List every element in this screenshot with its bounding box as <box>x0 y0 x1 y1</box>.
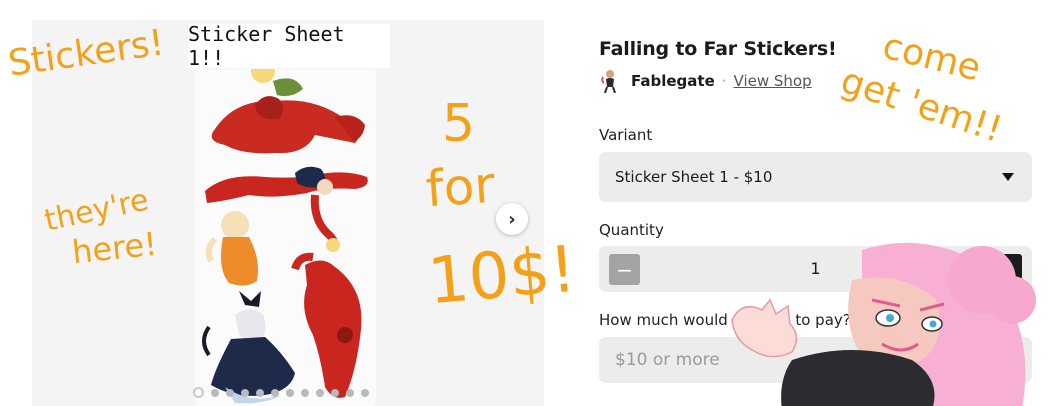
gallery-dot[interactable] <box>241 388 249 397</box>
chevron-right-icon: › <box>508 208 516 230</box>
gallery-dot[interactable] <box>301 388 309 397</box>
gallery-dot[interactable] <box>256 388 264 397</box>
page: Sticker Sheet 1!! › Falling to Far Stick… <box>0 0 1052 406</box>
product-panel: Falling to Far Stickers! Fablegate · Vie… <box>599 38 1032 383</box>
sheet-caption: Sticker Sheet 1!! <box>188 22 390 70</box>
pay-label: How much would you like to pay? <box>599 311 851 329</box>
next-image-button[interactable]: › <box>496 203 528 235</box>
seller-avatar[interactable] <box>599 69 621 93</box>
variant-value: Sticker Sheet 1 - $10 <box>615 168 773 186</box>
quantity-value[interactable]: 1 <box>599 259 1032 278</box>
gallery-dot[interactable] <box>316 388 324 397</box>
seller-name[interactable]: Fablegate <box>631 72 715 90</box>
gallery-dot[interactable] <box>346 388 354 397</box>
gallery-dot[interactable] <box>193 387 204 398</box>
seller-row: Fablegate · View Shop <box>599 69 1032 93</box>
sticker-sheet-image[interactable] <box>195 69 376 406</box>
gallery-dot[interactable] <box>331 388 339 397</box>
product-title: Falling to Far Stickers! <box>599 38 837 60</box>
product-gallery: Sticker Sheet 1!! › <box>32 20 544 406</box>
gallery-dot[interactable] <box>271 388 279 397</box>
gallery-dot[interactable] <box>286 388 294 397</box>
quantity-label: Quantity <box>599 221 664 239</box>
gallery-dot[interactable] <box>211 388 219 397</box>
separator-dot: · <box>721 72 727 90</box>
sticker-art <box>202 69 368 404</box>
quantity-stepper: − 1 + <box>599 246 1032 292</box>
variant-select[interactable]: Sticker Sheet 1 - $10 <box>599 152 1032 202</box>
pay-amount-input[interactable] <box>599 337 1032 383</box>
sticker-red-monster <box>291 252 362 398</box>
gallery-dot[interactable] <box>226 388 234 397</box>
gallery-pagination <box>193 387 369 398</box>
variant-label: Variant <box>599 126 653 144</box>
increase-quantity-button[interactable]: + <box>991 254 1022 285</box>
view-shop-link[interactable]: View Shop <box>734 72 812 90</box>
caret-down-icon <box>1002 173 1014 181</box>
sticker-red-dragon <box>211 69 365 154</box>
gallery-dot[interactable] <box>361 388 369 397</box>
sticker-orange-child <box>205 211 258 286</box>
